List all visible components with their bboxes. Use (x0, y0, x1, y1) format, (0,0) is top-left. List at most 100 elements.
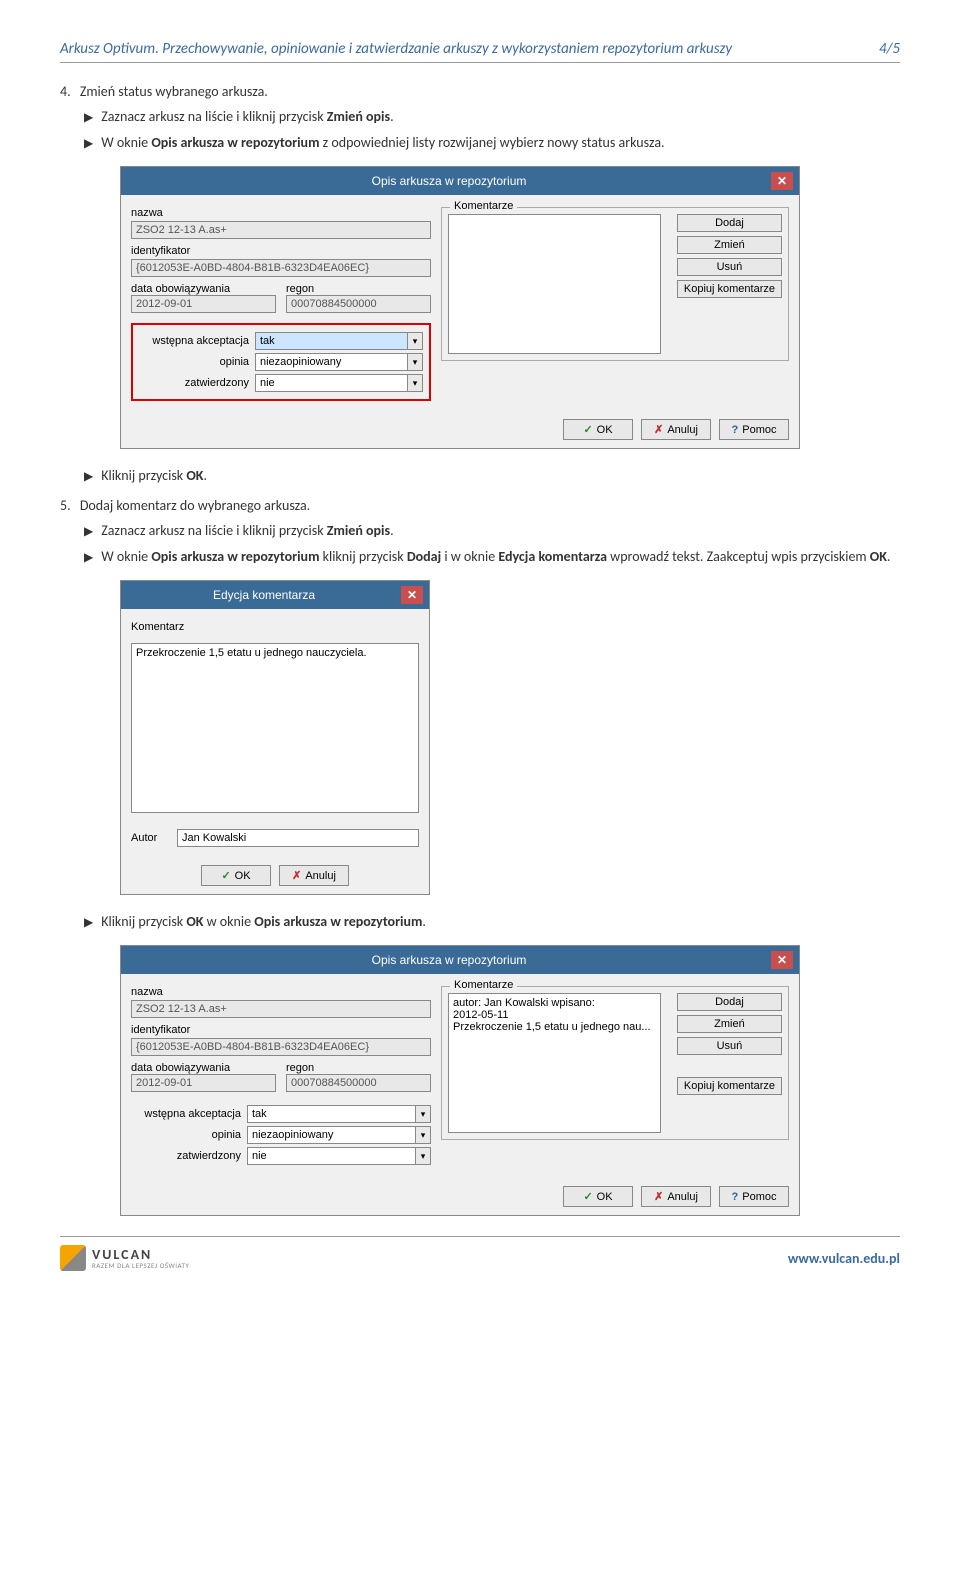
dodaj-button[interactable]: Dodaj (677, 993, 782, 1011)
label-data: data obowiązywania (131, 283, 276, 295)
label-zatwierdzony: zatwierdzony (139, 377, 249, 389)
komentarze-fieldset: Komentarze autor: Jan Kowalski wpisano: … (441, 986, 789, 1140)
label-komentarz: Komentarz (131, 621, 419, 633)
comment-line: Przekroczenie 1,5 etatu u jednego nau... (453, 1021, 656, 1033)
close-icon[interactable]: ✕ (771, 951, 793, 969)
logo-icon (60, 1245, 86, 1271)
footer-url: www.vulcan.edu.pl (788, 1250, 900, 1267)
label-id: identyfikator (131, 245, 431, 257)
chevron-down-icon[interactable]: ▾ (415, 1105, 431, 1123)
combo-zatwierdzony[interactable]: nie ▾ (255, 374, 423, 392)
field-data: 2012-09-01 (131, 1074, 276, 1092)
field-autor[interactable]: Jan Kowalski (177, 829, 419, 847)
x-icon: ✗ (654, 423, 663, 436)
page-header: Arkusz Optivum. Przechowywanie, opiniowa… (60, 40, 900, 63)
brand-name: VULCAN (92, 1248, 189, 1262)
combo-wstepna-akceptacja[interactable]: tak ▾ (255, 332, 423, 350)
dialog-opis-arkusza-2: Opis arkusza w repozytorium ✕ nazwa ZSO2… (120, 945, 800, 1216)
bullet-icon: ▶ (84, 467, 93, 487)
titlebar: Edycja komentarza ✕ (121, 581, 429, 609)
status-highlight-box: wstępna akceptacja tak ▾ opinia niezaopi… (131, 323, 431, 401)
step-4-bullet-2: ▶ W oknie Opis arkusza w repozytorium z … (84, 134, 900, 154)
close-icon[interactable]: ✕ (771, 172, 793, 190)
combo-opinia[interactable]: niezaopiniowany ▾ (247, 1126, 431, 1144)
bullet-icon: ▶ (84, 522, 93, 542)
step-5-bullet-1: ▶ Zaznacz arkusz na liście i kliknij prz… (84, 522, 900, 542)
step-5-num: 5. (60, 497, 71, 514)
check-icon: ✓ (583, 423, 592, 436)
x-icon: ✗ (292, 869, 301, 882)
usun-button[interactable]: Usuń (677, 1037, 782, 1055)
x-icon: ✗ (654, 1190, 663, 1203)
anuluj-button[interactable]: ✗Anuluj (279, 865, 349, 886)
vulcan-logo: VULCAN RAZEM DLA LEPSZEJ OŚWIATY (60, 1245, 189, 1271)
label-autor: Autor (131, 832, 171, 844)
chevron-down-icon[interactable]: ▾ (407, 332, 423, 350)
close-icon[interactable]: ✕ (401, 586, 423, 604)
label-opinia: opinia (131, 1129, 241, 1141)
pomoc-button[interactable]: ?Pomoc (719, 419, 789, 440)
check-icon: ✓ (221, 869, 230, 882)
komentarz-textarea[interactable]: Przekroczenie 1,5 etatu u jednego nauczy… (131, 643, 419, 813)
label-regon: regon (286, 283, 431, 295)
zmien-button[interactable]: Zmień (677, 236, 782, 254)
page-footer: VULCAN RAZEM DLA LEPSZEJ OŚWIATY www.vul… (60, 1236, 900, 1271)
field-data: 2012-09-01 (131, 295, 276, 313)
comment-line: autor: Jan Kowalski wpisano: (453, 997, 656, 1009)
combo-opinia[interactable]: niezaopiniowany ▾ (255, 353, 423, 371)
legend-komentarze: Komentarze (450, 979, 517, 991)
ok-button[interactable]: ✓OK (201, 865, 271, 886)
zmien-button[interactable]: Zmień (677, 1015, 782, 1033)
field-id: {6012053E-A0BD-4804-B81B-6323D4EA06EC} (131, 259, 431, 277)
anuluj-button[interactable]: ✗Anuluj (641, 419, 711, 440)
step-4-bullet-1: ▶ Zaznacz arkusz na liście i kliknij prz… (84, 108, 900, 128)
field-regon: 00070884500000 (286, 295, 431, 313)
anuluj-button[interactable]: ✗Anuluj (641, 1186, 711, 1207)
komentarze-listbox[interactable]: autor: Jan Kowalski wpisano: 2012-05-11 … (448, 993, 661, 1133)
kopiuj-komentarze-button[interactable]: Kopiuj komentarze (677, 1077, 782, 1095)
combo-wstepna-akceptacja[interactable]: tak ▾ (247, 1105, 431, 1123)
label-opinia: opinia (139, 356, 249, 368)
chevron-down-icon[interactable]: ▾ (415, 1147, 431, 1165)
bullet-icon: ▶ (84, 913, 93, 933)
question-icon: ? (732, 1191, 739, 1203)
step-4-bullet-3: ▶ Kliknij przycisk OK. (84, 467, 900, 487)
dialog-title: Opis arkusza w repozytorium (127, 953, 771, 967)
bullet-icon: ▶ (84, 548, 93, 568)
label-regon: regon (286, 1062, 431, 1074)
dialog-opis-arkusza-1: Opis arkusza w repozytorium ✕ nazwa ZSO2… (120, 166, 800, 449)
komentarze-listbox[interactable] (448, 214, 661, 354)
field-nazwa: ZSO2 12-13 A.as+ (131, 221, 431, 239)
chevron-down-icon[interactable]: ▾ (407, 374, 423, 392)
ok-button[interactable]: ✓OK (563, 1186, 633, 1207)
bullet-icon: ▶ (84, 134, 93, 154)
titlebar: Opis arkusza w repozytorium ✕ (121, 946, 799, 974)
dialog-edycja-komentarza: Edycja komentarza ✕ Komentarz Przekrocze… (120, 580, 430, 895)
question-icon: ? (732, 424, 739, 436)
dialog-title: Edycja komentarza (127, 588, 401, 602)
check-icon: ✓ (583, 1190, 592, 1203)
pomoc-button[interactable]: ?Pomoc (719, 1186, 789, 1207)
dodaj-button[interactable]: Dodaj (677, 214, 782, 232)
comment-line: 2012-05-11 (453, 1009, 656, 1021)
ok-button[interactable]: ✓OK (563, 419, 633, 440)
chevron-down-icon[interactable]: ▾ (415, 1126, 431, 1144)
titlebar: Opis arkusza w repozytorium ✕ (121, 167, 799, 195)
bullet-icon: ▶ (84, 108, 93, 128)
kopiuj-komentarze-button[interactable]: Kopiuj komentarze (677, 280, 782, 298)
page-number: 4/5 (879, 40, 900, 58)
combo-zatwierdzony[interactable]: nie ▾ (247, 1147, 431, 1165)
label-nazwa: nazwa (131, 207, 431, 219)
field-nazwa: ZSO2 12-13 A.as+ (131, 1000, 431, 1018)
chevron-down-icon[interactable]: ▾ (407, 353, 423, 371)
label-data: data obowiązywania (131, 1062, 276, 1074)
label-zatwierdzony: zatwierdzony (131, 1150, 241, 1162)
komentarze-fieldset: Komentarze Dodaj Zmień Usuń Kopiuj komen… (441, 207, 789, 361)
usun-button[interactable]: Usuń (677, 258, 782, 276)
brand-tagline: RAZEM DLA LEPSZEJ OŚWIATY (92, 1262, 189, 1269)
step-4-num: 4. (60, 83, 71, 100)
header-title: Arkusz Optivum. Przechowywanie, opiniowa… (60, 40, 879, 58)
label-nazwa: nazwa (131, 986, 431, 998)
label-wstepna-akceptacja: wstępna akceptacja (131, 1108, 241, 1120)
step-5-bullet-2: ▶ W oknie Opis arkusza w repozytorium kl… (84, 548, 900, 568)
